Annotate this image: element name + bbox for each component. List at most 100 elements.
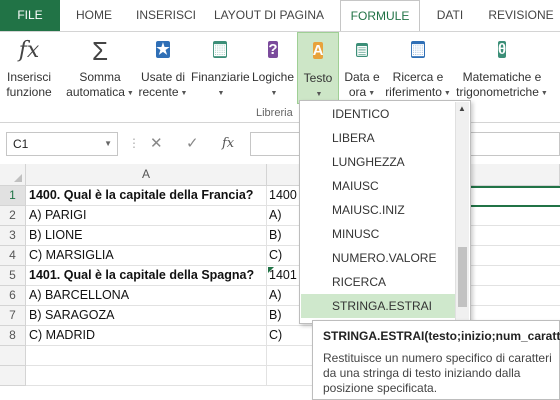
tab-file[interactable]: FILE [0,0,60,31]
text-label: Testo [303,71,333,85]
cell-a4[interactable]: C) MARSIGLIA [26,246,267,266]
more-functions-button[interactable] [552,32,560,106]
table-row: 6 A) BARCELLONA A) [0,286,560,306]
formula-bar: C1 ▼ ⋮ ✕ ✓ fx [0,130,560,158]
menu-item-minusc[interactable]: MINUSC [301,222,455,246]
group-label-libreria: Libreria [256,107,293,119]
autosum-button[interactable]: Σ Somma automatica ▼ [64,32,136,106]
datetime-label-2: ora [348,85,367,99]
error-indicator-icon [268,267,274,273]
tab-dati[interactable]: DATI [426,0,474,31]
name-box[interactable]: C1 ▼ [6,132,118,156]
theta-book-icon: θ [497,41,507,58]
enter-icon[interactable]: ✓ [186,134,199,152]
tooltip-description: Restituisce un numero specifico di carat… [323,351,552,395]
cell-a8[interactable]: C) MADRID [26,326,267,346]
cell-a9[interactable] [26,346,267,366]
menu-item-identico[interactable]: IDENTICO [301,102,455,126]
cell-a10[interactable] [26,366,267,386]
chevron-down-icon: ▼ [443,90,451,97]
logical-button[interactable]: ? Logiche ▼ [250,32,296,106]
financial-book-icon: ▦ [212,41,228,58]
more-book-icon [552,36,560,66]
financial-label: Finanziarie [191,70,250,84]
text-functions-dropdown: IDENTICO LIBERA LUNGHEZZA MAIUSC MAIUSC.… [299,100,471,324]
scroll-thumb[interactable] [458,247,467,307]
lookup-button[interactable]: ▦ Ricerca e riferimento ▼ [384,32,452,106]
recent-button[interactable]: ★ Usate di recente ▼ [136,32,190,106]
cell-a1[interactable]: 1400. Qual è la capitale della Francia? [26,186,267,206]
lookup-label-1: Ricerca e [392,70,444,84]
financial-button[interactable]: ▦ Finanziarie ▼ [191,32,250,106]
recent-label-1: Usate di [140,70,186,84]
column-header-a[interactable]: A [26,164,267,186]
tab-home[interactable]: HOME [64,0,124,31]
datetime-button[interactable]: ▤ Data e ora ▼ [340,32,384,106]
row-header[interactable]: 7 [0,306,26,326]
text-functions-button[interactable]: A Testo ▼ [297,32,339,104]
chevron-down-icon: ▼ [540,90,548,97]
tab-formule[interactable]: FORMULE [340,0,420,32]
row-header[interactable]: 2 [0,206,26,226]
table-row: 5 1401. Qual è la capitale della Spagna?… [0,266,560,286]
fx-icon: fx [18,38,40,63]
ribbon-tabs: FILE HOME INSERISCI LAYOUT DI PAGINA FOR… [0,0,560,32]
function-tooltip: STRINGA.ESTRAI(testo;inizio;num_caratt) … [312,320,560,400]
lookup-label-2: riferimento [385,85,442,99]
name-box-value: C1 [13,137,29,151]
row-header[interactable]: 4 [0,246,26,266]
row-header[interactable]: 8 [0,326,26,346]
row-header[interactable] [0,366,26,386]
math-label-2: trigonometriche [456,85,539,99]
menu-item-numero-valore[interactable]: NUMERO.VALORE [301,246,455,270]
menu-item-ricerca[interactable]: RICERCA [301,270,455,294]
menu-item-stringa-estrai[interactable]: STRINGA.ESTRAI [301,294,455,318]
autosum-label-2: automatica [66,85,125,99]
recent-label-2: recente [138,85,179,99]
datetime-label-1: Data e [344,70,380,84]
sigma-icon: Σ [91,36,109,66]
menu-item-libera[interactable]: LIBERA [301,126,455,150]
tab-layout-di-pagina[interactable]: LAYOUT DI PAGINA [208,0,330,31]
tab-revisione[interactable]: REVISIONE [482,0,560,31]
formula-bar-grip-icon: ⋮ [128,136,140,150]
row-header[interactable]: 6 [0,286,26,306]
math-label-1: Matematiche e [462,70,542,84]
cell-a2[interactable]: A) PARIGI [26,206,267,226]
select-all-corner[interactable] [0,164,26,186]
menu-item-maiusc[interactable]: MAIUSC [301,174,455,198]
logical-label: Logiche [251,70,295,84]
math-trig-button[interactable]: θ Matematiche e trigonometriche ▼ [452,32,552,106]
insert-function-label-1: Inserisci [6,70,51,84]
tab-inserisci[interactable]: INSERISCI [130,0,202,31]
row-header[interactable]: 1 [0,186,26,206]
chevron-down-icon: ▼ [217,90,225,97]
autosum-label-1: Somma [79,70,121,84]
insert-function-label-2: funzione [6,85,52,99]
table-row: 2 A) PARIGI A) [0,206,560,226]
calendar-book-icon: ▤ [356,43,368,57]
chevron-down-icon: ▼ [126,90,134,97]
scroll-up-arrow-icon[interactable]: ▲ [458,104,466,113]
cell-a6[interactable]: A) BARCELLONA [26,286,267,306]
table-row: 3 B) LIONE B) [0,226,560,246]
chevron-down-icon[interactable]: ▼ [104,133,112,155]
cell-a5[interactable]: 1401. Qual è la capitale della Spagna? [26,266,267,286]
cell-a3[interactable]: B) LIONE [26,226,267,246]
ribbon: fx Inserisci funzione Σ Somma automatica… [0,31,560,123]
cell-a7[interactable]: B) SARAGOZA [26,306,267,326]
menu-item-maiusc-iniz[interactable]: MAIUSC.INIZ [301,198,455,222]
menu-scrollbar[interactable]: ▲ [455,102,469,322]
cancel-icon[interactable]: ✕ [150,134,163,152]
chevron-down-icon: ▼ [270,90,278,97]
chevron-down-icon: ▼ [315,91,323,98]
insert-function-button[interactable]: fx Inserisci funzione [2,32,56,106]
table-row: 4 C) MARSIGLIA C) [0,246,560,266]
row-header[interactable]: 3 [0,226,26,246]
insert-function-fx-icon[interactable]: fx [222,136,234,151]
star-book-icon: ★ [156,41,170,58]
chevron-down-icon: ▼ [368,90,376,97]
menu-item-lunghezza[interactable]: LUNGHEZZA [301,150,455,174]
row-header[interactable]: 5 [0,266,26,286]
row-header[interactable] [0,346,26,366]
